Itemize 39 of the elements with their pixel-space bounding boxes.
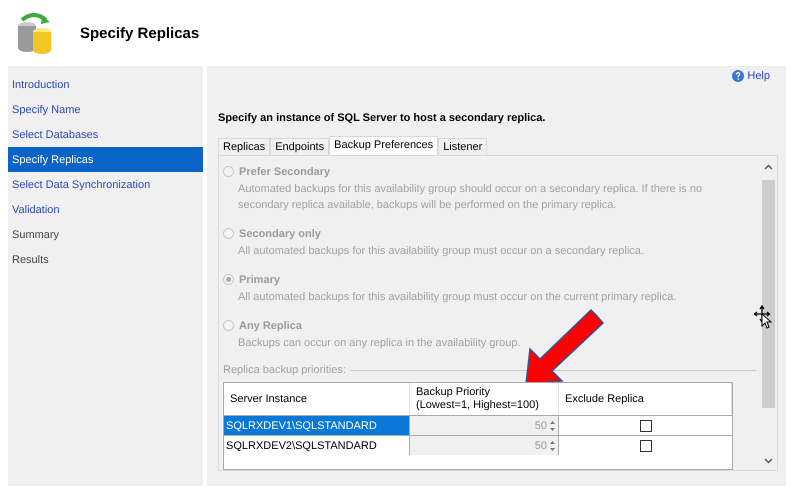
radio-button[interactable]: [223, 320, 234, 331]
sidebar-item[interactable]: Select Data Synchronization: [8, 172, 203, 197]
sidebar-item[interactable]: Results: [8, 247, 203, 272]
option-description: All automated backups for this availability group must occur on the current primary replica.: [237, 290, 678, 305]
tab[interactable]: Backup Preferences: [329, 136, 438, 155]
sidebar-item[interactable]: Specify Replicas: [8, 147, 203, 172]
sidebar-item[interactable]: Validation: [8, 197, 203, 222]
option-label: Any Replica: [239, 320, 302, 332]
option-label: Primary: [239, 274, 280, 286]
column-header: Exclude Replica: [559, 383, 732, 415]
option-description: Automated backups for this availability group should occur on a secondary replica. If there is no secondary replica available, backups will be performed on the primary replica.: [237, 182, 704, 213]
tab[interactable]: Endpoints: [270, 138, 330, 155]
table-cell[interactable]: SQLRXDEV2\SQLSTANDARD: [224, 435, 410, 455]
radio-button[interactable]: [223, 228, 234, 239]
group-title: Replica backup priorities:: [223, 364, 346, 376]
spinner-arrows-icon: [549, 418, 556, 432]
tab[interactable]: Replicas: [218, 138, 270, 155]
option-description: Backups can occur on any replica in the availability group.: [237, 336, 522, 351]
checkbox[interactable]: [640, 440, 652, 452]
scroll-down-icon: [764, 458, 773, 464]
option-label: Secondary only: [239, 228, 321, 240]
sidebar-item[interactable]: Introduction: [8, 72, 203, 97]
radio-button[interactable]: [223, 274, 234, 285]
sidebar-item[interactable]: Select Databases: [8, 122, 203, 147]
spinner-arrows-icon: [549, 438, 556, 452]
page-title: Specify Replicas: [80, 24, 200, 42]
sidebar-item[interactable]: Specify Name: [8, 97, 203, 122]
instruction-heading: Specify an instance of SQL Server to host a secondary replica.: [218, 112, 546, 124]
help-icon: [732, 70, 744, 82]
sidebar-item[interactable]: Summary: [8, 222, 203, 247]
option-label: Prefer Secondary: [239, 166, 330, 178]
help-link[interactable]: Help: [732, 70, 770, 82]
option-description: All automated backups for this availability group must occur on a secondary replica.: [237, 244, 645, 259]
checkbox[interactable]: [640, 420, 652, 432]
tab[interactable]: Listener: [438, 138, 488, 155]
cursor-icon: [754, 305, 772, 329]
table-cell[interactable]: SQLRXDEV1\SQLSTANDARD: [224, 415, 410, 435]
radio-button[interactable]: [223, 166, 234, 177]
scroll-up-icon: [764, 164, 773, 170]
